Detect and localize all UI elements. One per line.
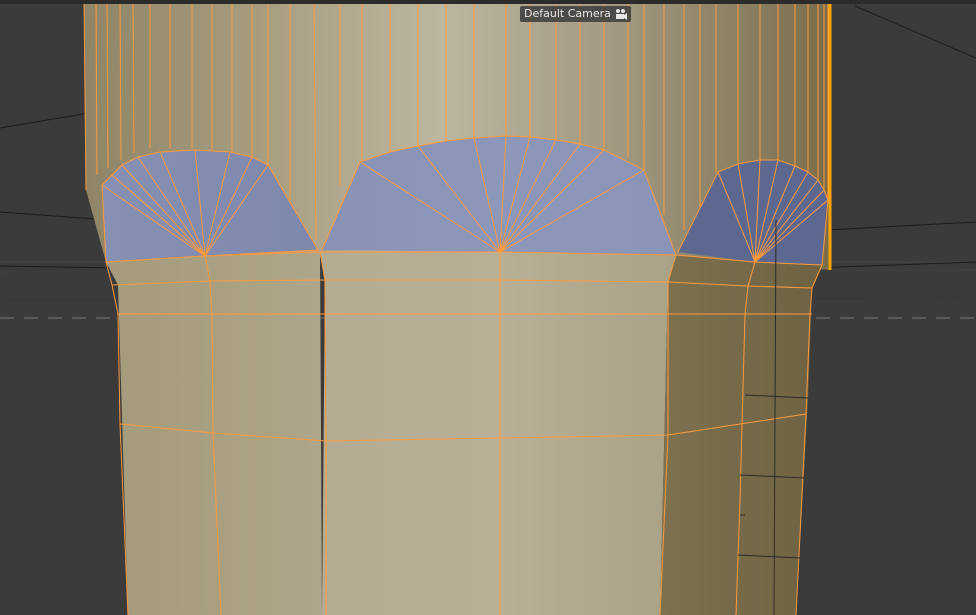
- camera-icon[interactable]: [614, 8, 628, 20]
- scene-canvas[interactable]: [0, 0, 976, 615]
- 3d-viewport[interactable]: Default Camera: [0, 0, 976, 615]
- camera-label[interactable]: Default Camera: [520, 6, 631, 22]
- viewport-top-border: [0, 0, 976, 4]
- camera-label-text: Default Camera: [524, 7, 611, 20]
